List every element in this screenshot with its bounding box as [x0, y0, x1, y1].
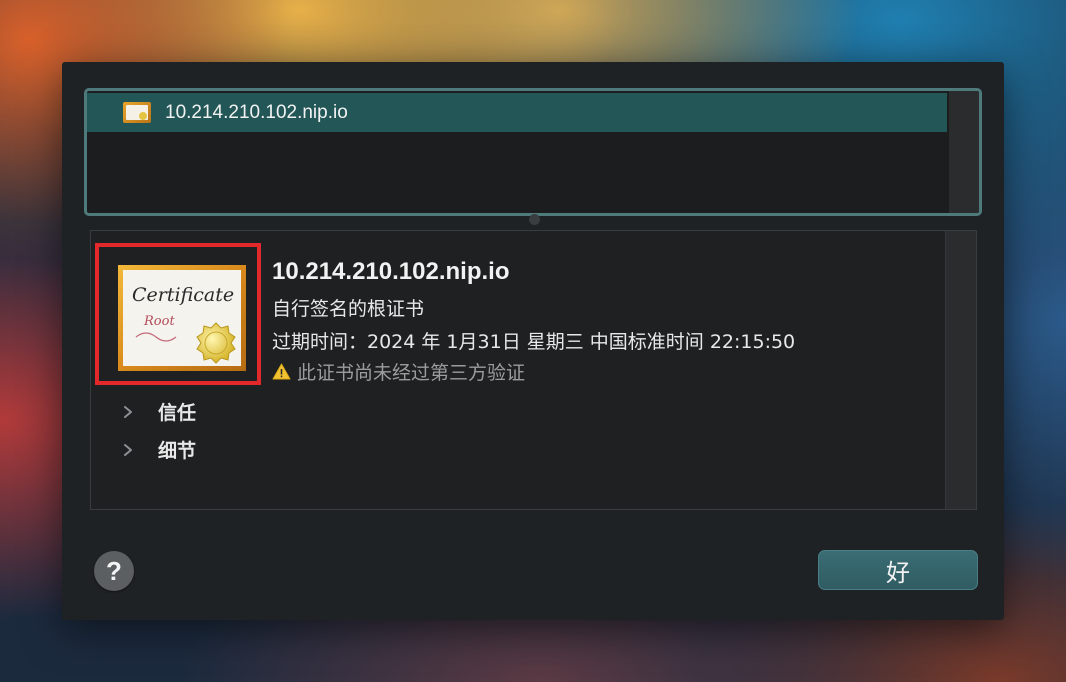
ok-button[interactable]: 好: [818, 550, 978, 590]
disclosure-details[interactable]: 细节: [122, 436, 196, 463]
certificate-list[interactable]: 10.214.210.102.nip.io: [84, 88, 982, 216]
split-view-handle[interactable]: [529, 214, 540, 225]
warning-icon: [272, 363, 291, 380]
certificate-icon-subtext: Root: [143, 314, 175, 329]
certificate-expiry: 过期时间：2024 年 1月31日 星期三 中国标准时间 22:15:50: [272, 331, 796, 353]
disclosure-trust-label: 信任: [158, 402, 197, 424]
certificate-icon: Certificate Root: [118, 265, 246, 371]
certificate-list-item-name: 10.214.210.102.nip.io: [165, 101, 348, 123]
detail-scrollbar[interactable]: [945, 231, 976, 509]
certificate-list-item[interactable]: 10.214.210.102.nip.io: [87, 93, 947, 132]
chevron-right-icon[interactable]: [122, 405, 134, 419]
chevron-right-icon[interactable]: [122, 443, 134, 457]
help-button[interactable]: ?: [94, 551, 134, 591]
certificate-type: 自行签名的根证书: [272, 298, 425, 320]
disclosure-trust[interactable]: 信任: [122, 398, 196, 425]
disclosure-details-label: 细节: [158, 440, 197, 462]
certificate-warning-text: 此证书尚未经过第三方验证: [297, 362, 526, 384]
certificate-title: 10.214.210.102.nip.io: [272, 258, 510, 285]
certificate-dialog: 10.214.210.102.nip.io Certificate Root 1…: [62, 62, 1004, 620]
certificate-warning: 此证书尚未经过第三方验证: [272, 358, 525, 385]
certificate-icon-highlight: Certificate Root: [95, 243, 261, 385]
list-scrollbar[interactable]: [949, 91, 979, 213]
certificate-icon-text: Certificate: [132, 284, 234, 306]
certificate-small-icon: [123, 102, 151, 123]
